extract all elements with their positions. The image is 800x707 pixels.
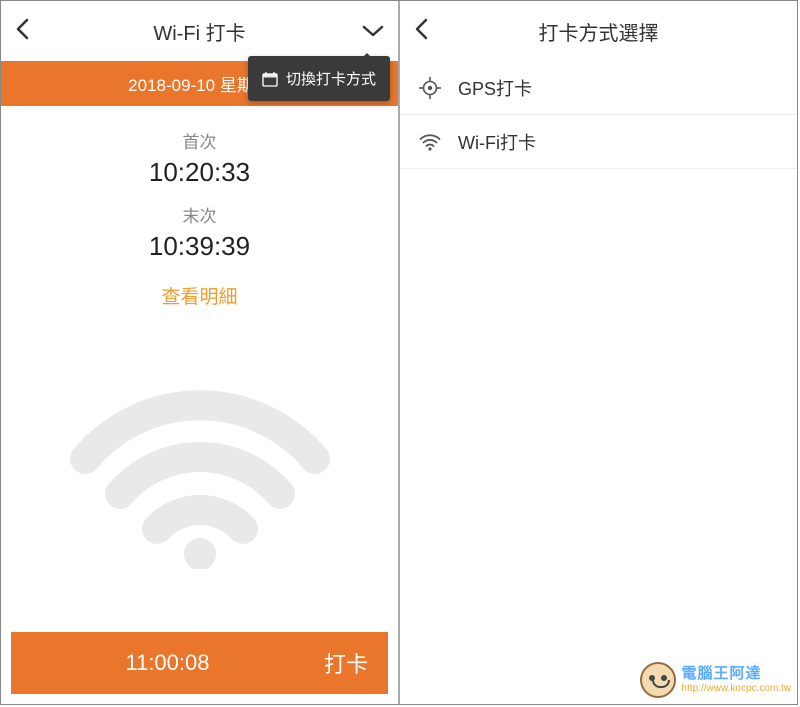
list-item-gps[interactable]: GPS打卡	[400, 61, 797, 115]
gps-icon	[418, 76, 442, 100]
watermark: 電腦王阿達 http://www.kocpc.com.tw	[640, 662, 791, 698]
list-item-wifi[interactable]: Wi-Fi打卡	[400, 115, 797, 169]
last-label: 末次	[149, 202, 250, 227]
watermark-main: 電腦王阿達	[682, 666, 791, 683]
clock-in-button[interactable]: 打卡	[304, 647, 368, 679]
watermark-url: http://www.kocpc.com.tw	[682, 683, 791, 694]
back-button[interactable]	[414, 18, 444, 44]
clock-in-bar[interactable]: 11:00:08 打卡	[11, 632, 388, 694]
watermark-avatar	[640, 662, 676, 698]
last-time: 10:39:39	[149, 231, 250, 262]
current-time: 11:00:08	[31, 650, 304, 676]
wifi-clock-panel: Wi-Fi 打卡 切換打卡方式 2018-09-10 星期一 首次 10:20:…	[1, 1, 398, 704]
page-title: Wi-Fi 打卡	[45, 17, 354, 46]
list-item-label: GPS打卡	[458, 75, 532, 101]
first-label: 首次	[149, 128, 250, 153]
wifi-icon	[65, 369, 335, 569]
calendar-icon	[262, 71, 278, 87]
tooltip-text: 切換打卡方式	[286, 68, 376, 89]
list-item-label: Wi-Fi打卡	[458, 129, 536, 155]
first-time: 10:20:33	[149, 157, 250, 188]
page-title: 打卡方式選擇	[444, 17, 753, 46]
last-time-block: 末次 10:39:39	[149, 202, 250, 262]
method-list: GPS打卡 Wi-Fi打卡	[400, 61, 797, 169]
dropdown-toggle[interactable]	[354, 20, 384, 42]
switch-method-tooltip[interactable]: 切換打卡方式	[248, 56, 390, 101]
right-header: 打卡方式選擇	[400, 1, 797, 61]
back-button[interactable]	[15, 18, 45, 44]
watermark-text: 電腦王阿達 http://www.kocpc.com.tw	[682, 666, 791, 694]
method-select-panel: 打卡方式選擇 GPS打卡	[400, 1, 797, 704]
first-time-block: 首次 10:20:33	[149, 128, 250, 188]
wifi-icon	[418, 130, 442, 154]
view-detail-link[interactable]: 查看明細	[161, 282, 237, 309]
main-content: 首次 10:20:33 末次 10:39:39 查看明細	[1, 106, 398, 632]
left-header: Wi-Fi 打卡 切換打卡方式	[1, 1, 398, 61]
